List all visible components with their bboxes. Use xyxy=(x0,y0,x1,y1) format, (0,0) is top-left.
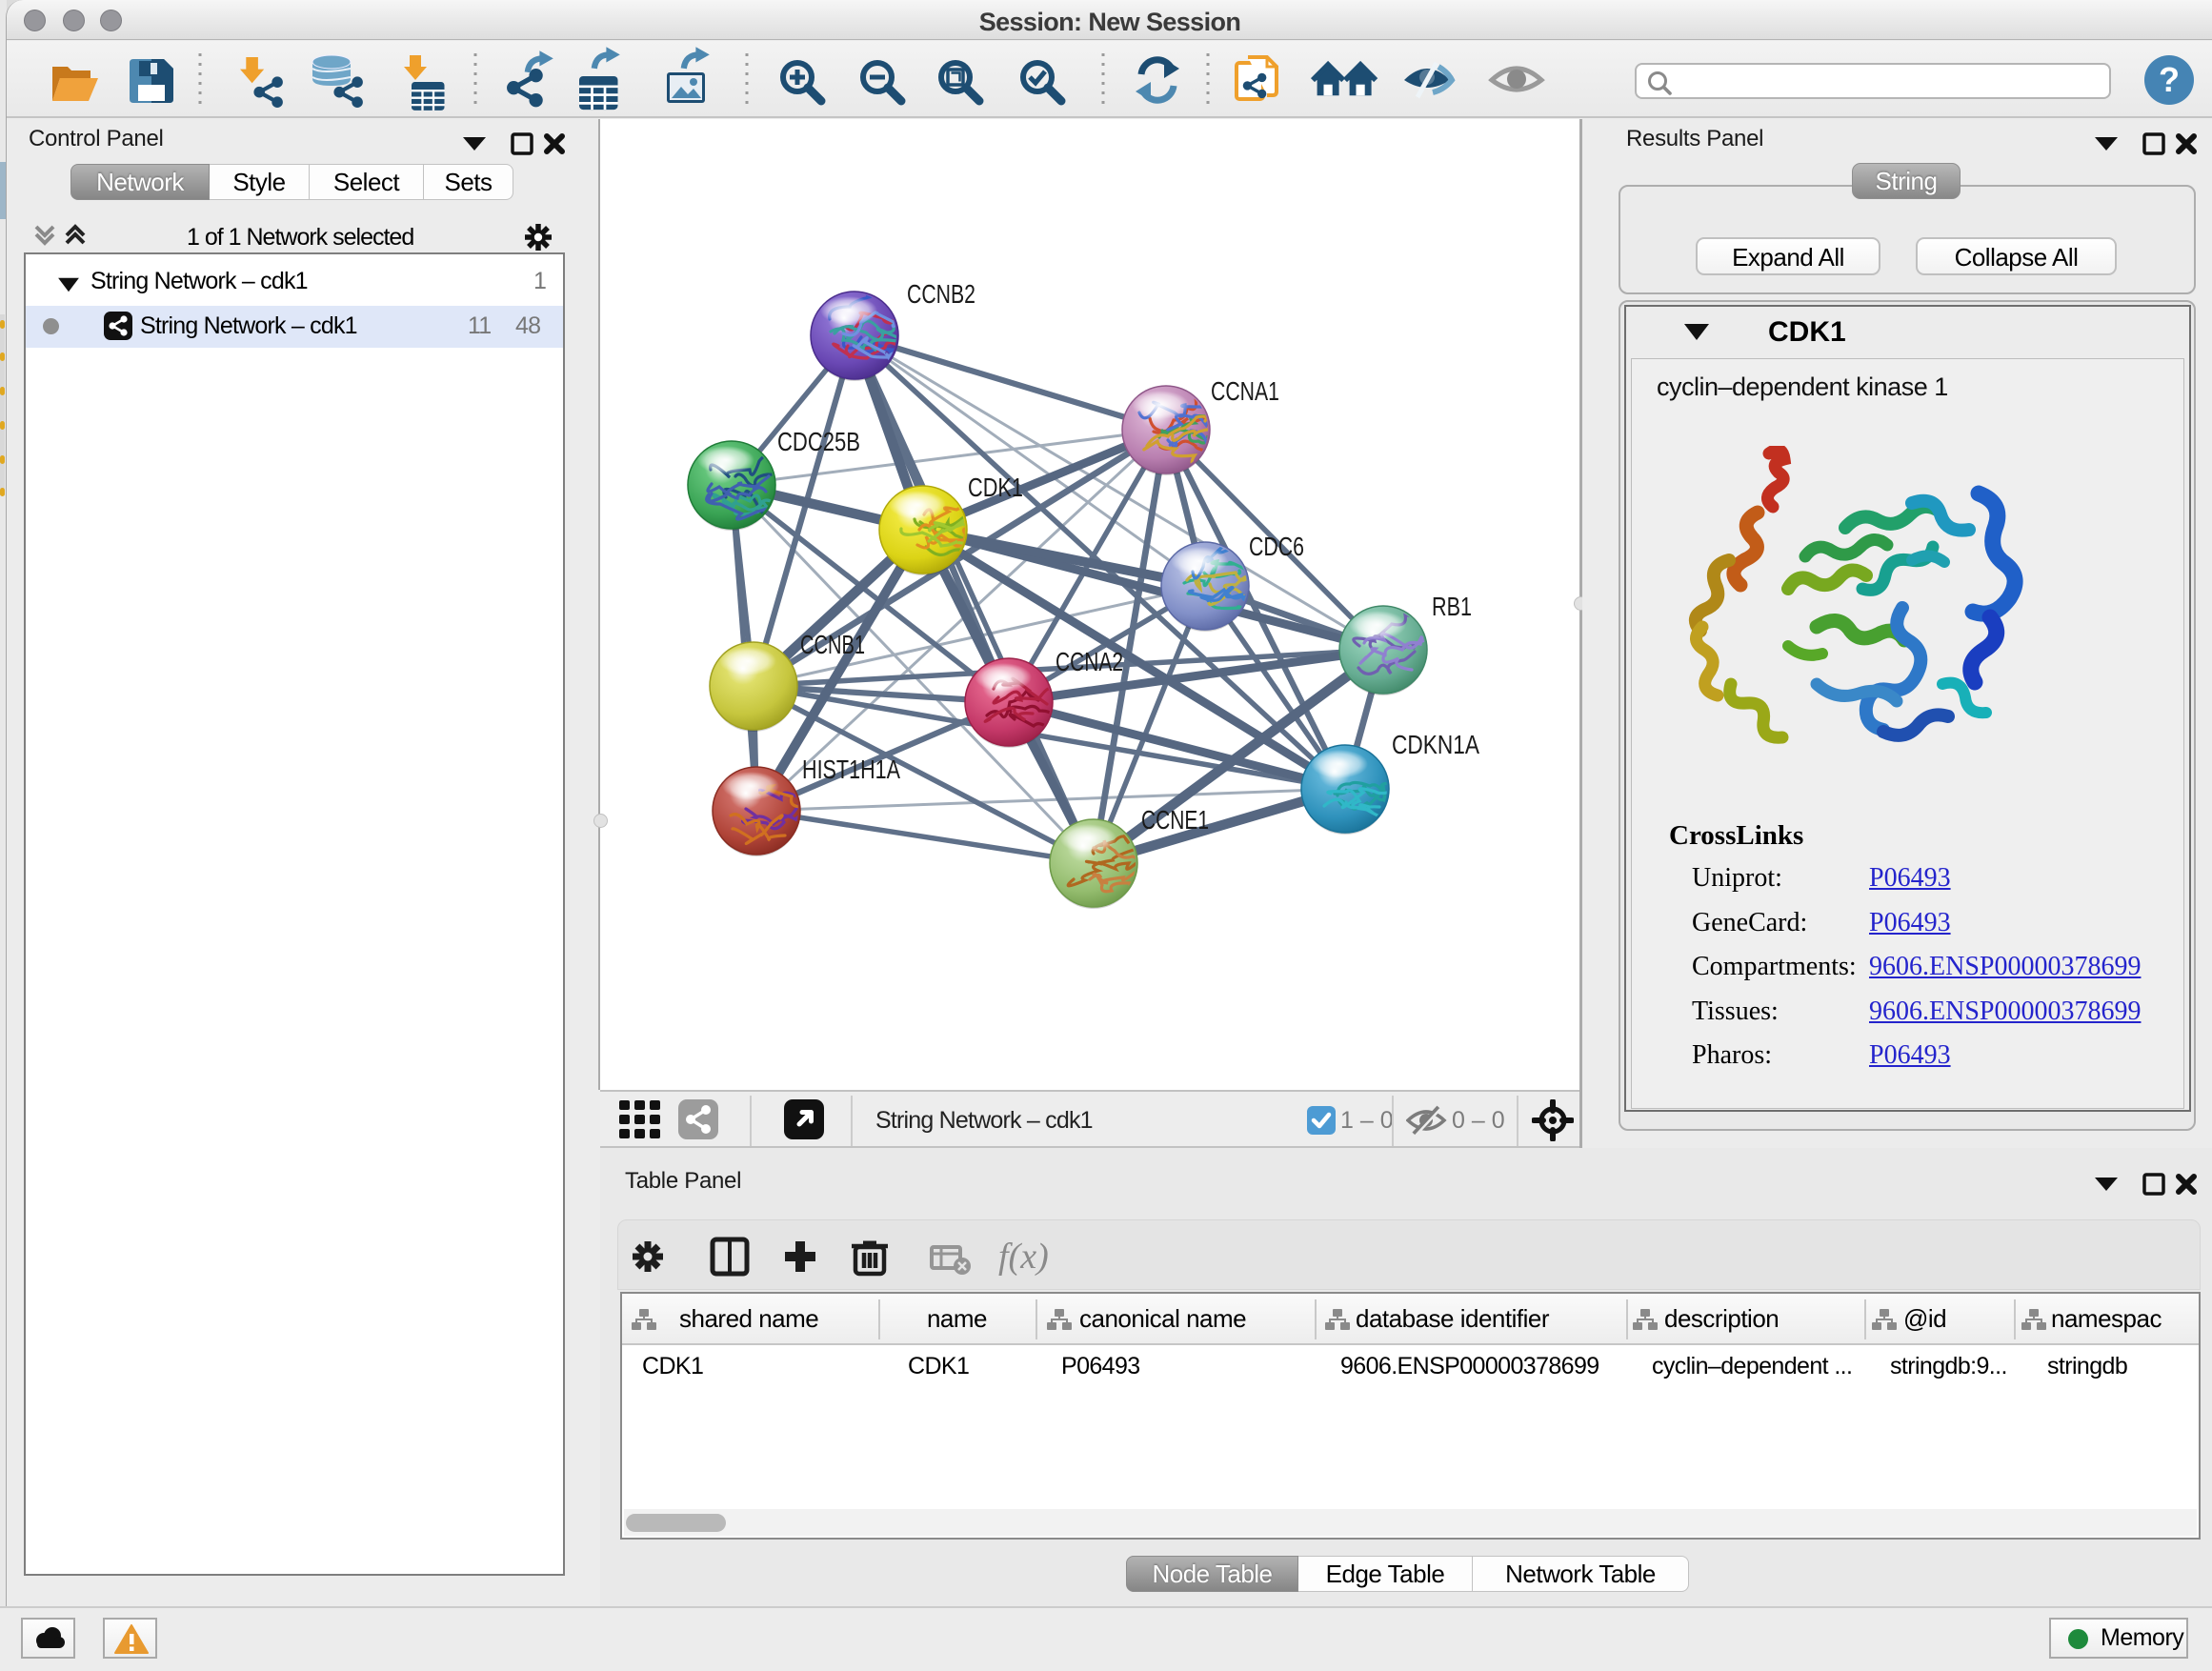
svg-text:CDK1: CDK1 xyxy=(968,473,1023,502)
svg-text:HIST1H1A: HIST1H1A xyxy=(802,755,900,784)
svg-text:f(x): f(x) xyxy=(998,1237,1049,1277)
svg-text:CDKN1A: CDKN1A xyxy=(1392,730,1479,759)
svg-text:CCNB1: CCNB1 xyxy=(800,630,865,659)
svg-text:CCNA2: CCNA2 xyxy=(1056,647,1123,676)
svg-text:CDC25B: CDC25B xyxy=(777,427,860,456)
svg-text:RB1: RB1 xyxy=(1432,592,1472,621)
svg-text:CCNE1: CCNE1 xyxy=(1141,805,1209,835)
svg-text:?: ? xyxy=(2159,60,2180,99)
svg-text:CCNB2: CCNB2 xyxy=(907,279,975,309)
svg-text:CDC6: CDC6 xyxy=(1249,532,1304,561)
svg-text:CCNA1: CCNA1 xyxy=(1211,376,1279,406)
